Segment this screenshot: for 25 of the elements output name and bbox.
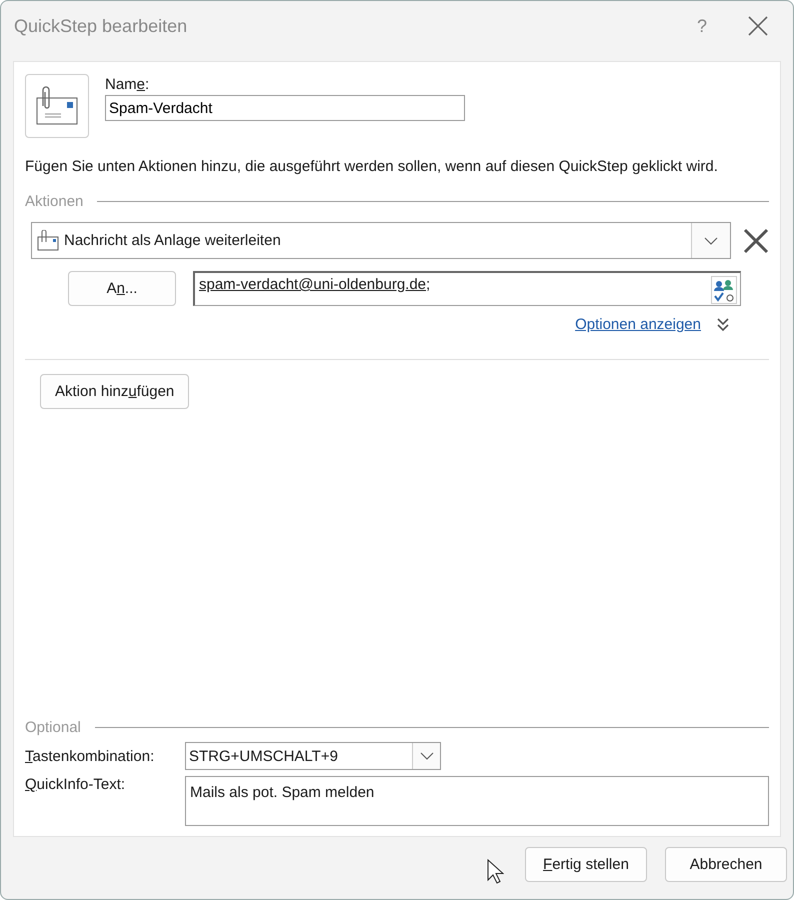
section-title: Aktionen <box>25 193 84 210</box>
delete-icon[interactable] <box>743 228 769 254</box>
instruction-text: Fügen Sie unten Aktionen hinzu, die ausgeführt werden sollen, wenn auf diesen QuickStep geklickt wird. <box>25 157 719 177</box>
tooltip-field[interactable]: Mails als pot. Spam melden <box>185 776 769 826</box>
tooltip-label: QuickInfo-Text: <box>25 776 126 793</box>
chevron-down-icon <box>420 752 434 760</box>
to-button[interactable]: An... <box>68 271 176 306</box>
shortcut-dropdown[interactable]: STRG+UMSCHALT+9 <box>185 742 441 770</box>
show-options-link[interactable]: Optionen anzeigen <box>575 316 701 333</box>
envelope-clip-icon <box>36 230 60 252</box>
quickstep-icon-button[interactable] <box>25 74 89 138</box>
recipient-field[interactable]: spam-verdacht@uni-oldenburg.de; <box>193 271 741 306</box>
name-field[interactable]: Spam-Verdacht <box>105 95 465 121</box>
dialog-button[interactable]: Fertig stellen <box>525 847 647 882</box>
mouse-pointer-icon <box>487 859 504 884</box>
dialog-button[interactable]: Abbrechen <box>665 847 787 882</box>
add-action-button[interactable]: Aktion hinzufügen <box>40 374 190 409</box>
action-dropdown[interactable]: Nachricht als Anlage weiterleiten <box>31 222 731 259</box>
address-book-icon[interactable] <box>711 276 737 304</box>
shortcut-label: Tastenkombination: <box>25 748 156 764</box>
double-chevron-down-icon[interactable] <box>717 318 729 332</box>
window-title: QuickStep bearbeiten <box>14 16 188 36</box>
chevron-down-icon <box>704 236 718 244</box>
name-label: Name: <box>105 76 150 93</box>
section-title: Optional <box>25 719 81 736</box>
